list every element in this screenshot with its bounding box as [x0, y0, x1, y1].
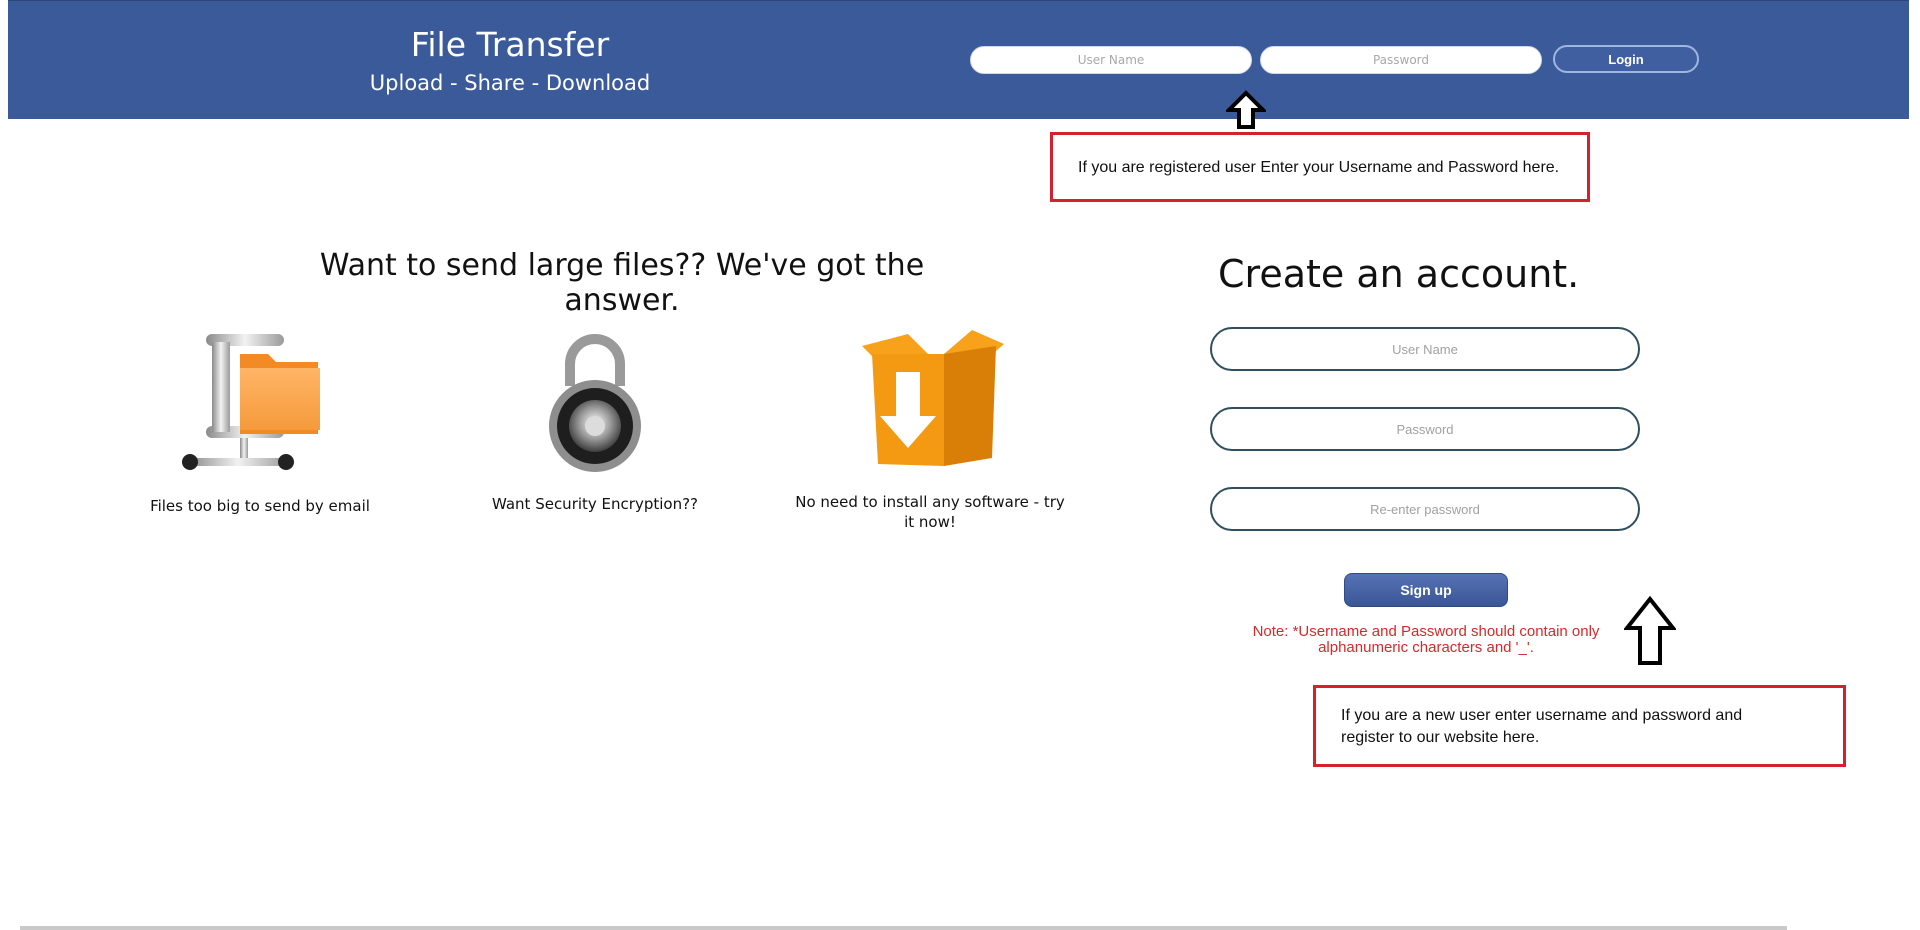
- site-subtitle: Upload - Share - Download: [369, 71, 651, 95]
- register-reenter-password-input[interactable]: [1210, 487, 1640, 531]
- download-box-icon: [862, 330, 1004, 466]
- arrow-up-icon: [1624, 596, 1676, 665]
- create-account-heading: Create an account.: [1218, 252, 1580, 296]
- signup-button[interactable]: Sign up: [1344, 573, 1508, 607]
- hero-heading: Want to send large files?? We've got the…: [319, 248, 925, 318]
- feature-label-security: Want Security Encryption??: [491, 495, 699, 513]
- login-help-callout: If you are registered user Enter your Us…: [1050, 132, 1590, 202]
- arrow-up-icon: [1226, 90, 1266, 129]
- register-help-callout: If you are a new user enter username and…: [1313, 685, 1846, 767]
- register-username-input[interactable]: [1210, 327, 1640, 371]
- horizontal-scrollbar[interactable]: [20, 926, 1787, 930]
- padlock-icon: [549, 334, 641, 472]
- register-help-text: If you are a new user enter username and…: [1341, 707, 1743, 746]
- register-password-input[interactable]: [1210, 407, 1640, 451]
- login-button[interactable]: Login: [1553, 45, 1699, 73]
- header-password-input[interactable]: [1260, 46, 1542, 74]
- password-rules-note: Note: *Username and Password should cont…: [1252, 623, 1600, 656]
- feature-label-big-files: Files too big to send by email: [150, 497, 370, 515]
- site-title: File Transfer: [410, 25, 610, 64]
- top-header: File Transfer Upload - Share - Download …: [8, 0, 1909, 119]
- feature-label-no-install: No need to install any software - try it…: [795, 493, 1065, 531]
- header-username-input[interactable]: [970, 46, 1252, 74]
- login-help-text: If you are registered user Enter your Us…: [1078, 159, 1560, 176]
- folder-clamp-icon: [182, 334, 320, 470]
